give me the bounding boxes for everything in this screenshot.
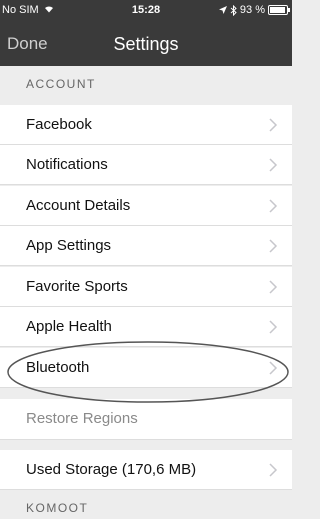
chevron-right-icon	[269, 158, 278, 172]
row-label: Used Storage (170,6 MB)	[26, 461, 197, 478]
section-spacer	[0, 388, 292, 399]
chevron-right-icon	[269, 361, 278, 375]
section-header-account: ACCOUNT	[0, 66, 292, 104]
section-header-label: KOMOOT	[26, 501, 89, 515]
row-label: Facebook	[26, 116, 92, 133]
settings-row-used-storage[interactable]: Used Storage (170,6 MB)	[0, 450, 292, 490]
row-label: Notifications	[26, 156, 108, 173]
chevron-right-icon	[269, 239, 278, 253]
settings-row-bluetooth[interactable]: Bluetooth	[0, 348, 292, 388]
status-bar: No SIM 15:28 93 %	[0, 0, 292, 22]
settings-row-apple-health[interactable]: Apple Health	[0, 307, 292, 347]
row-label: Account Details	[26, 197, 131, 214]
bluetooth-icon	[230, 4, 237, 16]
navigation-bar: Done Settings	[0, 22, 292, 66]
page-title: Settings	[113, 34, 179, 54]
chevron-right-icon	[269, 463, 278, 477]
battery-percent: 93 %	[239, 4, 265, 16]
settings-row-favorite-sports[interactable]: Favorite Sports	[0, 267, 292, 307]
chevron-right-icon	[269, 320, 278, 334]
row-label: Favorite Sports	[26, 278, 128, 295]
chevron-right-icon	[269, 280, 278, 294]
settings-row-app-settings[interactable]: App Settings	[0, 226, 292, 266]
settings-row-notifications[interactable]: Notifications	[0, 145, 292, 185]
battery-icon	[268, 5, 290, 15]
chevron-right-icon	[269, 199, 278, 213]
chevron-right-icon	[269, 118, 278, 132]
row-label: Bluetooth	[26, 359, 90, 376]
section-header-komoot: KOMOOT	[0, 490, 292, 519]
location-arrow-icon	[218, 6, 227, 14]
row-label: App Settings	[26, 237, 112, 254]
settings-row-restore-regions[interactable]: Restore Regions	[0, 399, 292, 440]
section-spacer	[0, 440, 292, 450]
section-header-label: ACCOUNT	[26, 77, 96, 91]
row-label: Restore Regions	[26, 410, 138, 427]
settings-row-account-details[interactable]: Account Details	[0, 186, 292, 226]
settings-row-facebook[interactable]: Facebook	[0, 105, 292, 145]
row-label: Apple Health	[26, 318, 112, 335]
status-right: 93 %	[218, 4, 290, 16]
